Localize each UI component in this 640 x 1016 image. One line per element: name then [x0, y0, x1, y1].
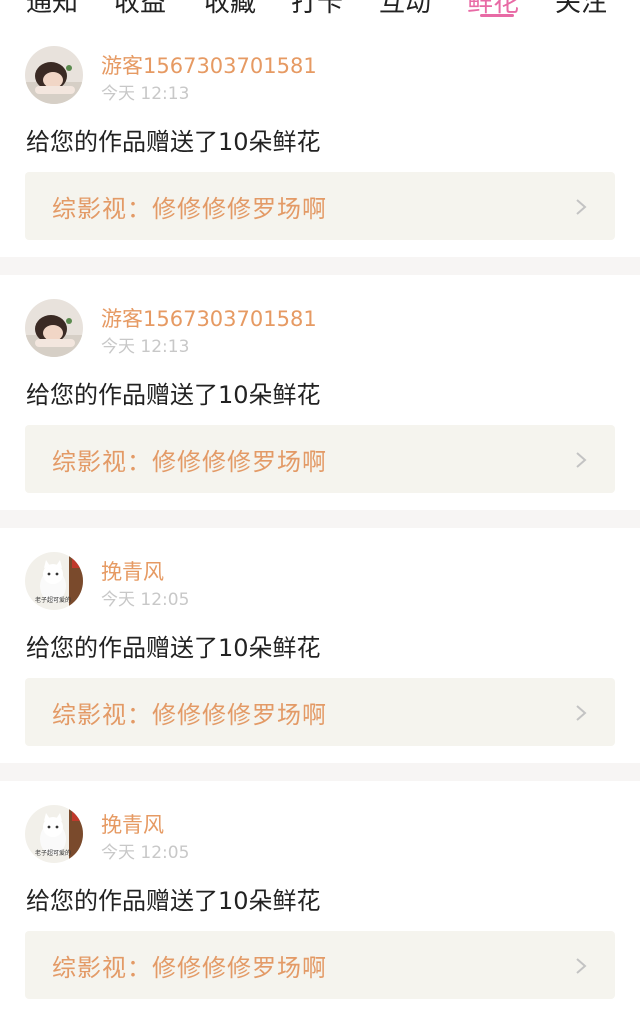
username[interactable]: 挽青风 [101, 556, 164, 586]
avatar[interactable] [25, 46, 83, 104]
girl-avatar-icon [25, 299, 83, 357]
work-title: 综影视：修修修修罗场啊 [52, 701, 327, 729]
girl-avatar-icon [25, 46, 83, 104]
notification-message: 给您的作品赠送了10朵鲜花 [26, 128, 321, 156]
work-title: 综影视：修修修修罗场啊 [52, 448, 327, 476]
tab-checkin[interactable]: 打卡 [291, 0, 343, 20]
divider [0, 510, 640, 528]
notification-feed: 游客1567303701581 今天 12:13 给您的作品赠送了10朵鲜花 综… [0, 22, 640, 1016]
username[interactable]: 挽青风 [101, 809, 164, 839]
tab-favorites[interactable]: 收藏 [204, 0, 256, 20]
cat-avatar-icon: 老子超可爱的 [25, 805, 83, 863]
notification-message: 给您的作品赠送了10朵鲜花 [26, 887, 321, 915]
notification-message: 给您的作品赠送了10朵鲜花 [26, 381, 321, 409]
work-link-button[interactable]: 综影视：修修修修罗场啊 [25, 678, 615, 746]
divider [0, 763, 640, 781]
tab-follow[interactable]: 关注 [555, 0, 607, 20]
svg-text:老子超可爱的: 老子超可爱的 [35, 596, 71, 604]
svg-text:老子超可爱的: 老子超可爱的 [35, 849, 71, 857]
notification-message: 给您的作品赠送了10朵鲜花 [26, 634, 321, 662]
work-title: 综影视：修修修修罗场啊 [52, 195, 327, 223]
tab-flowers[interactable]: 鲜花 [467, 0, 519, 20]
tab-earnings[interactable]: 收益 [114, 0, 166, 20]
username[interactable]: 游客1567303701581 [101, 303, 317, 333]
notification-card: 老子超可爱的 挽青风 今天 12:05 给您的作品赠送了10朵鲜花 综影视：修修… [0, 528, 640, 763]
notification-card: 游客1567303701581 今天 12:13 给您的作品赠送了10朵鲜花 综… [0, 22, 640, 257]
divider [0, 257, 640, 275]
notification-card: 游客1567303701581 今天 12:13 给您的作品赠送了10朵鲜花 综… [0, 275, 640, 510]
work-link-button[interactable]: 综影视：修修修修罗场啊 [25, 172, 615, 240]
chevron-right-icon [576, 452, 587, 468]
tab-interaction[interactable]: 互动 [379, 0, 431, 20]
chevron-right-icon [576, 705, 587, 721]
timestamp: 今天 12:13 [101, 337, 190, 357]
username[interactable]: 游客1567303701581 [101, 50, 317, 80]
avatar[interactable] [25, 299, 83, 357]
work-title: 综影视：修修修修罗场啊 [52, 954, 327, 982]
top-tab-bar: 通知 收益 收藏 打卡 互动 鲜花 关注 [0, 0, 640, 22]
avatar[interactable]: 老子超可爱的 [25, 552, 83, 610]
avatar[interactable]: 老子超可爱的 [25, 805, 83, 863]
cat-avatar-icon: 老子超可爱的 [25, 552, 83, 610]
timestamp: 今天 12:05 [101, 590, 190, 610]
timestamp: 今天 12:05 [101, 843, 190, 863]
tab-notice[interactable]: 通知 [26, 0, 78, 20]
notification-card: 老子超可爱的 挽青风 今天 12:05 给您的作品赠送了10朵鲜花 综影视：修修… [0, 781, 640, 1016]
work-link-button[interactable]: 综影视：修修修修罗场啊 [25, 425, 615, 493]
timestamp: 今天 12:13 [101, 84, 190, 104]
active-tab-indicator [480, 14, 514, 17]
work-link-button[interactable]: 综影视：修修修修罗场啊 [25, 931, 615, 999]
chevron-right-icon [576, 199, 587, 215]
chevron-right-icon [576, 958, 587, 974]
